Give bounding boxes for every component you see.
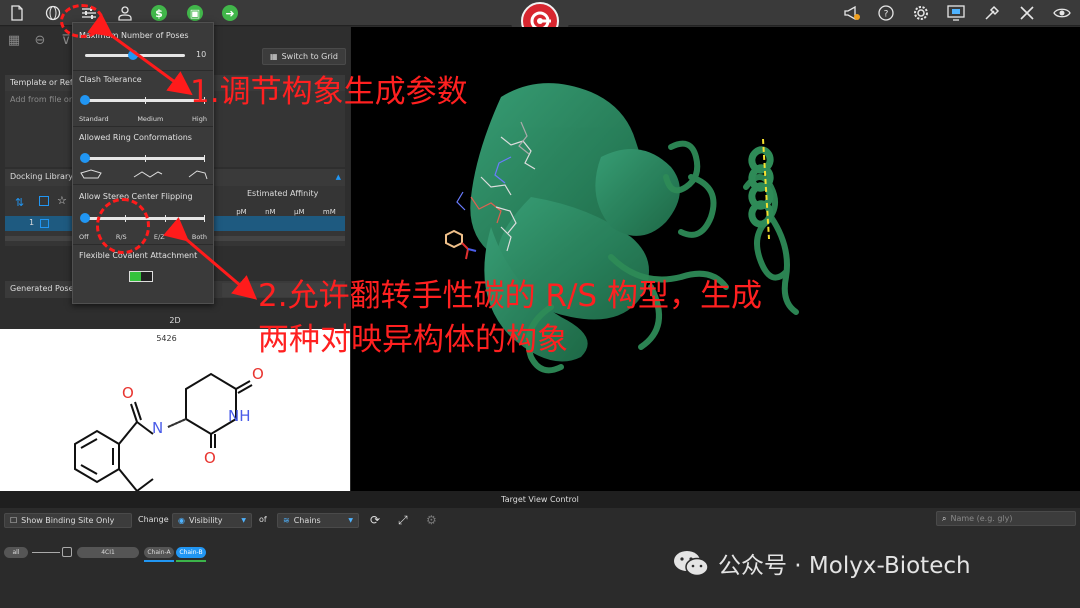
app-window: { "toolbar": { "icons": ["file-icon","gl… <box>0 0 1080 608</box>
annotation-step2-line1: 2.允许翻转手性碳的 R/S 构型，生成 <box>258 278 762 314</box>
annotation-step2-line2: 两种对映异构体的构象 <box>258 322 568 358</box>
annotation-step1: 1.调节构象生成参数 <box>190 74 468 110</box>
